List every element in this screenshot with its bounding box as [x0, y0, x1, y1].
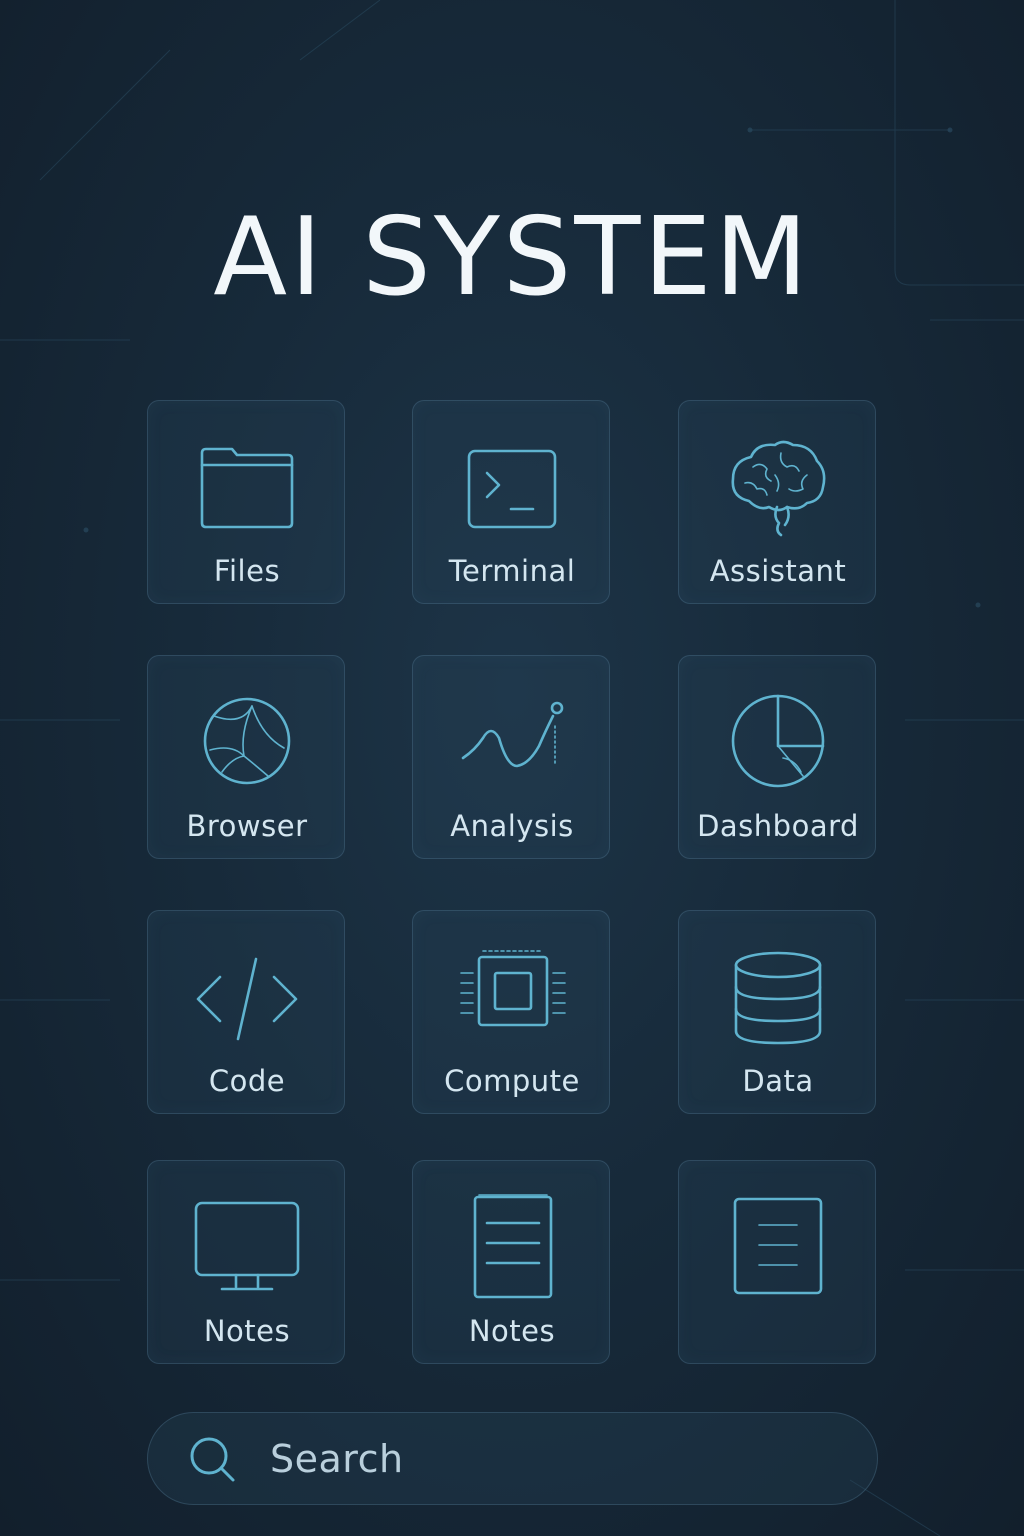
app-tile-notes[interactable]: Notes [412, 1160, 610, 1364]
code-icon [192, 941, 302, 1051]
folder-icon [192, 431, 302, 541]
cpu-chip-icon [457, 941, 567, 1051]
app-tile-label: Dashboard [697, 809, 859, 843]
search-input[interactable]: Search [270, 1433, 404, 1485]
app-tile-code[interactable]: Code [147, 910, 345, 1114]
notepad-icon [457, 1191, 567, 1301]
app-tile-analysis[interactable]: Analysis [412, 655, 610, 859]
line-chart-icon [457, 686, 567, 796]
app-tile-terminal[interactable]: Terminal [412, 400, 610, 604]
app-tile-notes-monitor[interactable]: Notes [147, 1160, 345, 1364]
search-icon [190, 1437, 235, 1482]
page-title: AI SYSTEM [213, 195, 811, 320]
search-bar[interactable]: Search [147, 1412, 878, 1505]
document-icon [723, 1197, 833, 1307]
app-tile-label: Analysis [450, 809, 574, 843]
app-tile-dashboard[interactable]: Dashboard [678, 655, 876, 859]
app-tile-assistant[interactable]: Assistant [678, 400, 876, 604]
app-tile-label: Notes [203, 1314, 291, 1348]
app-tile-document[interactable] [678, 1160, 876, 1364]
app-tile-data[interactable]: Data [678, 910, 876, 1114]
app-tile-compute[interactable]: Compute [412, 910, 610, 1114]
brain-icon [723, 431, 833, 541]
app-tile-label: Data [742, 1064, 814, 1098]
database-icon [723, 941, 833, 1051]
app-tile-label: Notes [468, 1314, 556, 1348]
monitor-icon [192, 1191, 302, 1301]
app-tile-label: Terminal [448, 554, 576, 588]
globe-icon [192, 686, 302, 796]
app-tile-browser[interactable]: Browser [147, 655, 345, 859]
app-tile-label: Compute [444, 1064, 580, 1098]
terminal-icon [457, 431, 567, 541]
app-tile-files[interactable]: Files [147, 400, 345, 604]
app-tile-label: Assistant [709, 554, 847, 588]
pie-chart-icon [723, 686, 833, 796]
app-tile-label: Code [208, 1064, 286, 1098]
app-tile-label: Files [213, 554, 281, 588]
app-tile-label: Browser [186, 809, 308, 843]
